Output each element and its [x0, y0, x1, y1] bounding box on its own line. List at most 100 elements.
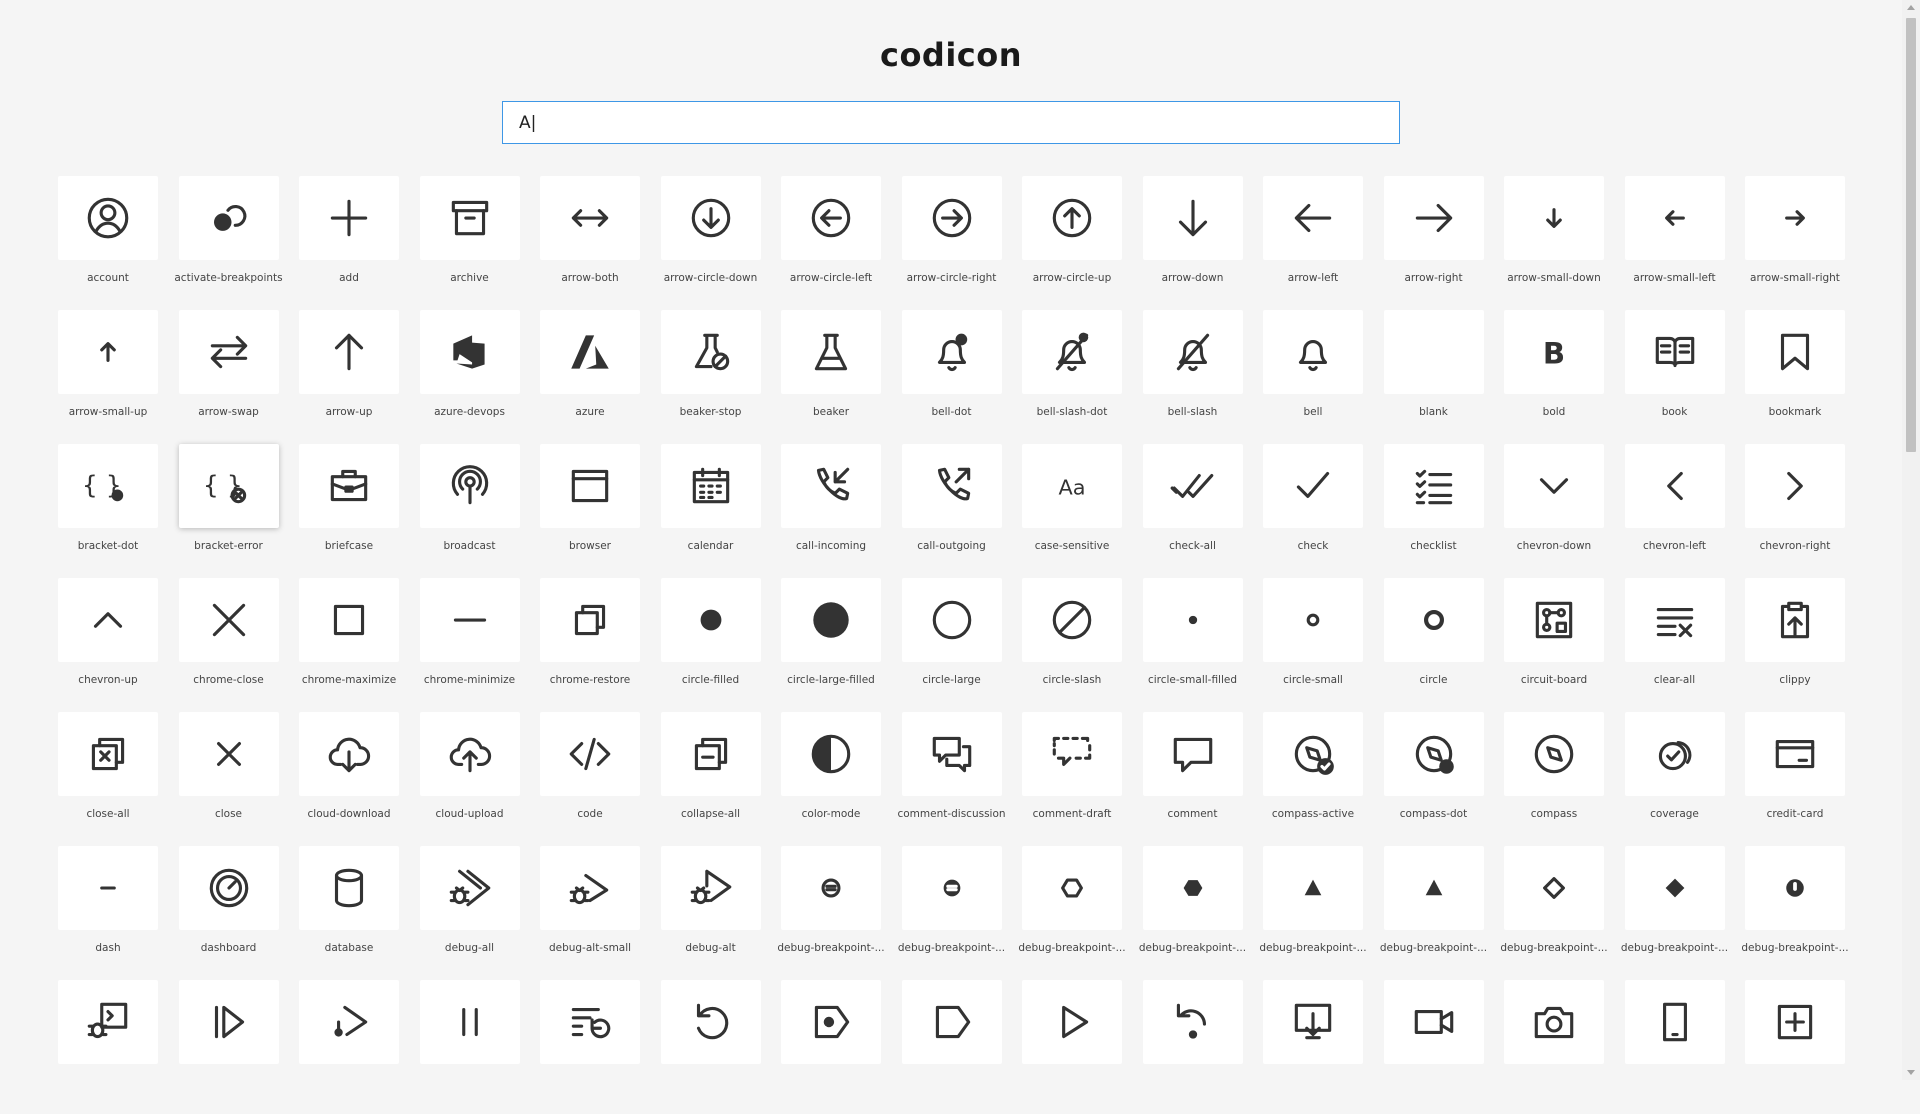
icon-card[interactable]: circle-filled [660, 578, 761, 712]
icon-tile[interactable]: Aa [1022, 444, 1122, 528]
icon-tile[interactable] [299, 980, 399, 1064]
icon-card[interactable]: { } bracket-dot [58, 444, 158, 578]
icon-card[interactable] [58, 980, 158, 1114]
icon-tile[interactable] [419, 310, 520, 394]
icon-card[interactable]: arrow-down [1142, 176, 1243, 310]
icon-card[interactable]: comment-draft [1022, 712, 1122, 846]
icon-card[interactable]: clear-all [1624, 578, 1725, 712]
icon-tile[interactable] [540, 176, 640, 260]
icon-tile[interactable] [1745, 980, 1845, 1064]
icon-tile[interactable] [1624, 712, 1725, 796]
icon-card[interactable]: archive [419, 176, 520, 310]
icon-card[interactable]: blank [1383, 310, 1484, 444]
icon-tile[interactable] [781, 444, 881, 528]
icon-tile[interactable] [1383, 310, 1484, 394]
icon-tile[interactable] [781, 712, 881, 796]
icon-tile[interactable] [419, 712, 520, 796]
icon-card[interactable]: check-all [1142, 444, 1243, 578]
icon-tile[interactable] [540, 980, 640, 1064]
icon-tile[interactable] [1745, 712, 1845, 796]
icon-tile[interactable] [901, 578, 1002, 662]
icon-tile[interactable] [1022, 980, 1122, 1064]
icon-card[interactable]: bell-slash-dot [1022, 310, 1122, 444]
icon-tile[interactable] [781, 310, 881, 394]
icon-card[interactable]: debug-breakpoint-... [1621, 846, 1728, 980]
icon-card[interactable]: arrow-small-right [1745, 176, 1845, 310]
icon-card[interactable] [1383, 980, 1484, 1114]
icon-card[interactable]: circle-slash [1022, 578, 1122, 712]
icon-tile[interactable] [299, 712, 399, 796]
icon-card[interactable]: compass-active [1263, 712, 1363, 846]
icon-card[interactable]: debug-breakpoint-... [1500, 846, 1608, 980]
icon-card[interactable]: circuit-board [1504, 578, 1604, 712]
icon-card[interactable]: call-incoming [781, 444, 881, 578]
icon-tile[interactable] [660, 980, 761, 1064]
icon-tile[interactable] [1504, 176, 1604, 260]
icon-tile[interactable] [901, 444, 1002, 528]
icon-tile[interactable] [901, 846, 1002, 930]
icon-tile[interactable] [781, 980, 881, 1064]
icon-tile[interactable] [1624, 444, 1725, 528]
icon-card[interactable] [419, 980, 520, 1114]
icon-card[interactable]: bell-dot [901, 310, 1002, 444]
icon-card[interactable]: debug-alt-small [540, 846, 640, 980]
icon-card[interactable] [781, 980, 881, 1114]
icon-card[interactable]: azure-devops [419, 310, 520, 444]
icon-card[interactable]: circle-large-filled [781, 578, 881, 712]
icon-card[interactable]: chrome-minimize [419, 578, 520, 712]
icon-tile[interactable] [1624, 980, 1725, 1064]
icon-tile[interactable] [1624, 176, 1725, 260]
icon-tile[interactable] [178, 176, 279, 260]
icon-card[interactable]: coverage [1624, 712, 1725, 846]
icon-card[interactable]: debug-breakpoint-... [1741, 846, 1849, 980]
icon-tile[interactable] [540, 578, 640, 662]
icon-tile[interactable] [901, 712, 1002, 796]
icon-card[interactable]: azure [540, 310, 640, 444]
icon-tile[interactable] [1263, 310, 1363, 394]
icon-tile[interactable] [1263, 980, 1363, 1064]
icon-card[interactable]: arrow-circle-left [781, 176, 881, 310]
icon-card[interactable]: compass [1504, 712, 1604, 846]
icon-tile[interactable] [1263, 444, 1363, 528]
icon-card[interactable]: collapse-all [660, 712, 761, 846]
icon-tile[interactable] [1383, 444, 1484, 528]
icon-card[interactable]: chevron-up [58, 578, 158, 712]
icon-tile[interactable] [1504, 712, 1604, 796]
icon-card[interactable]: debug-breakpoint-... [1380, 846, 1487, 980]
icon-card[interactable]: chevron-right [1745, 444, 1845, 578]
icon-card[interactable]: chrome-close [178, 578, 279, 712]
scrollbar-thumb[interactable] [1906, 18, 1916, 452]
icon-tile[interactable] [1504, 578, 1604, 662]
icon-tile[interactable]: { } [58, 444, 158, 528]
icon-tile[interactable] [1142, 578, 1243, 662]
icon-card[interactable]: debug-breakpoint-... [1259, 846, 1367, 980]
icon-card[interactable]: activate-breakpoints [174, 176, 283, 310]
icon-card[interactable]: briefcase [299, 444, 399, 578]
icon-card[interactable]: debug-breakpoint-... [777, 846, 885, 980]
icon-tile[interactable] [1624, 578, 1725, 662]
icon-card[interactable]: debug-alt [660, 846, 761, 980]
icon-card[interactable]: circle-small [1263, 578, 1363, 712]
icon-tile[interactable] [1142, 310, 1243, 394]
icon-card[interactable]: arrow-left [1263, 176, 1363, 310]
icon-tile[interactable] [1745, 846, 1845, 930]
icon-tile[interactable] [781, 578, 881, 662]
icon-card[interactable]: comment-discussion [897, 712, 1006, 846]
icon-card[interactable]: bookmark [1745, 310, 1845, 444]
icon-tile[interactable] [1383, 846, 1484, 930]
icon-card[interactable]: add [299, 176, 399, 310]
icon-card[interactable]: clippy [1745, 578, 1845, 712]
icon-tile[interactable] [58, 176, 158, 260]
icon-card[interactable]: chevron-left [1624, 444, 1725, 578]
icon-tile[interactable] [1263, 846, 1363, 930]
icon-tile[interactable] [901, 310, 1002, 394]
icon-card[interactable]: check [1263, 444, 1363, 578]
icon-card[interactable]: book [1624, 310, 1725, 444]
icon-card[interactable]: arrow-small-down [1504, 176, 1604, 310]
icon-tile[interactable] [1383, 980, 1484, 1064]
icon-card[interactable]: circle-small-filled [1142, 578, 1243, 712]
search-input[interactable] [502, 101, 1400, 144]
icon-card[interactable] [1745, 980, 1845, 1114]
icon-card[interactable]: arrow-circle-up [1022, 176, 1122, 310]
icon-card[interactable]: call-outgoing [901, 444, 1002, 578]
